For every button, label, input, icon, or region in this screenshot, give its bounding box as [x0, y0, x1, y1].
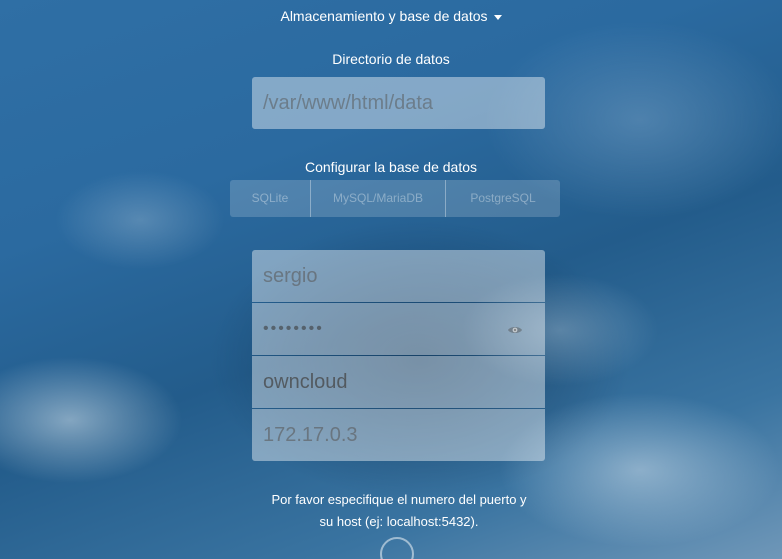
db-option-sqlite[interactable]: SQLite — [230, 180, 310, 217]
finish-setup-button[interactable] — [380, 537, 414, 559]
db-option-postgresql[interactable]: PostgreSQL — [445, 180, 560, 217]
database-config-label: Configurar la base de datos — [305, 159, 477, 175]
data-directory-label: Directorio de datos — [332, 51, 450, 67]
storage-database-toggle-label: Almacenamiento y base de datos — [280, 8, 488, 24]
eye-icon[interactable] — [507, 322, 523, 338]
caret-down-icon — [493, 14, 502, 20]
data-directory-input[interactable] — [252, 77, 545, 129]
database-password-field[interactable]: •••••••• — [252, 303, 545, 355]
hint-line-1: Por favor especifique el numero del puer… — [271, 492, 527, 507]
database-type-selector: SQLite MySQL/MariaDB PostgreSQL — [230, 180, 560, 217]
hint-line-2: su host (ej: localhost:5432). — [319, 514, 479, 529]
db-option-mysql[interactable]: MySQL/MariaDB — [310, 180, 445, 217]
database-user-field[interactable]: sergio — [252, 250, 545, 302]
storage-database-toggle[interactable]: Almacenamiento y base de datos — [0, 6, 782, 26]
database-host-field[interactable]: 172.17.0.3 — [252, 409, 545, 461]
port-host-hint: Por favor especifique el numero del puer… — [240, 489, 558, 533]
database-name-field[interactable]: owncloud — [252, 356, 545, 408]
database-credentials-group: sergio •••••••• owncloud 172.17.0.3 — [252, 250, 545, 461]
